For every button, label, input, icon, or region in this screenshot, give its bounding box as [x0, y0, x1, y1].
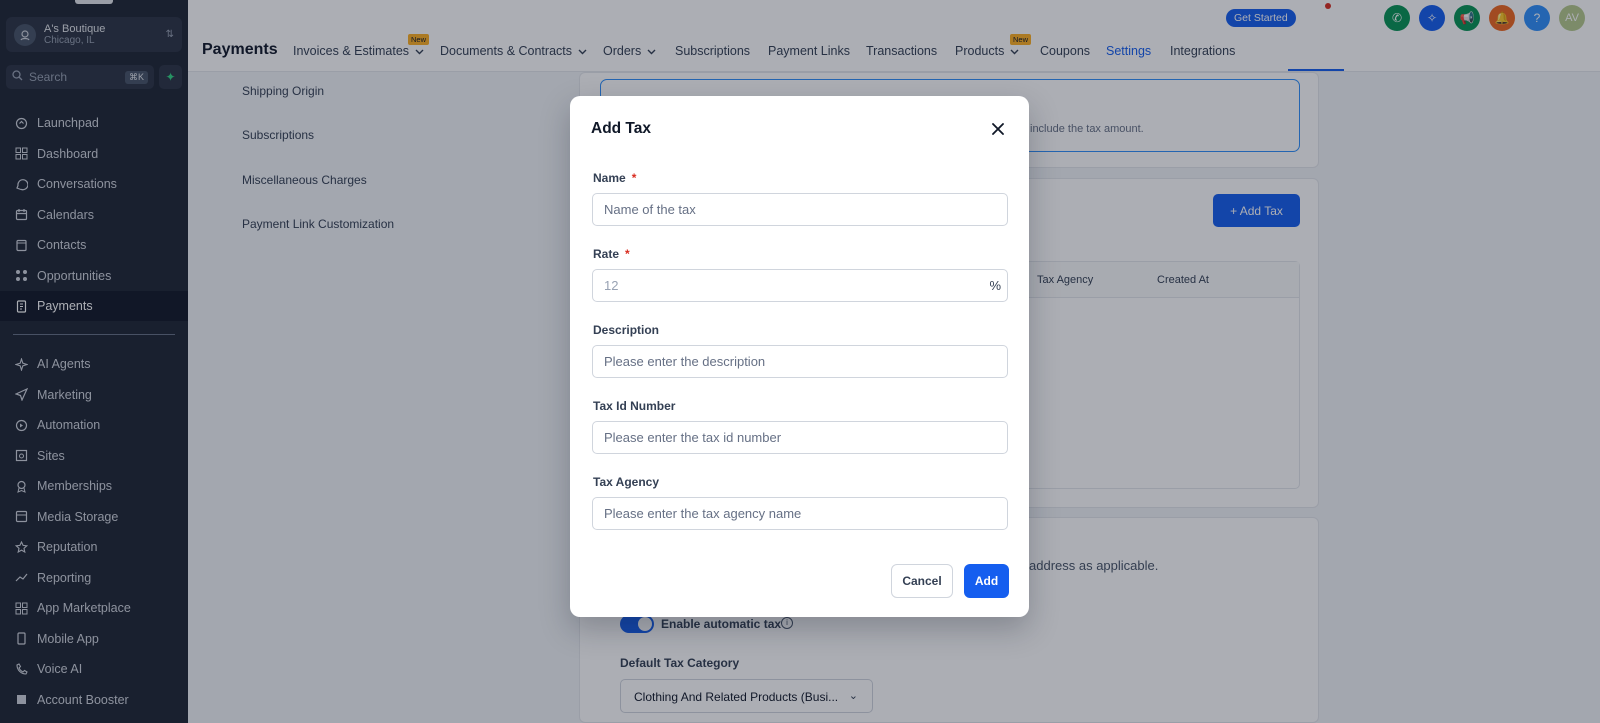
modal-title: Add Tax: [591, 120, 651, 137]
description-input[interactable]: [593, 346, 1007, 377]
close-button[interactable]: [989, 120, 1007, 138]
rate-label: Rate *: [593, 247, 630, 261]
description-label: Description: [593, 323, 660, 337]
tax-id-field-wrapper: [592, 421, 1008, 454]
description-field-wrapper: [592, 345, 1008, 378]
add-button[interactable]: Add: [964, 564, 1009, 598]
name-field-wrapper: [592, 193, 1008, 226]
tax-agency-input[interactable]: [593, 498, 1007, 529]
tax-id-label: Tax Id Number: [593, 399, 676, 413]
rate-field-wrapper: %: [592, 269, 1008, 302]
add-tax-modal: Add Tax Name* Rate* % Description Tax Id…: [570, 96, 1029, 617]
name-label: Name *: [593, 171, 637, 185]
required-marker: *: [625, 247, 630, 261]
close-icon: [992, 123, 1004, 135]
tax-id-input[interactable]: [593, 422, 1007, 453]
cancel-button[interactable]: Cancel: [891, 564, 953, 598]
tax-agency-label: Tax Agency: [593, 475, 660, 489]
rate-input[interactable]: [593, 270, 1007, 301]
percent-suffix: %: [989, 278, 1001, 293]
name-input[interactable]: [593, 194, 1007, 225]
tax-agency-field-wrapper: [592, 497, 1008, 530]
required-marker: *: [631, 171, 637, 185]
